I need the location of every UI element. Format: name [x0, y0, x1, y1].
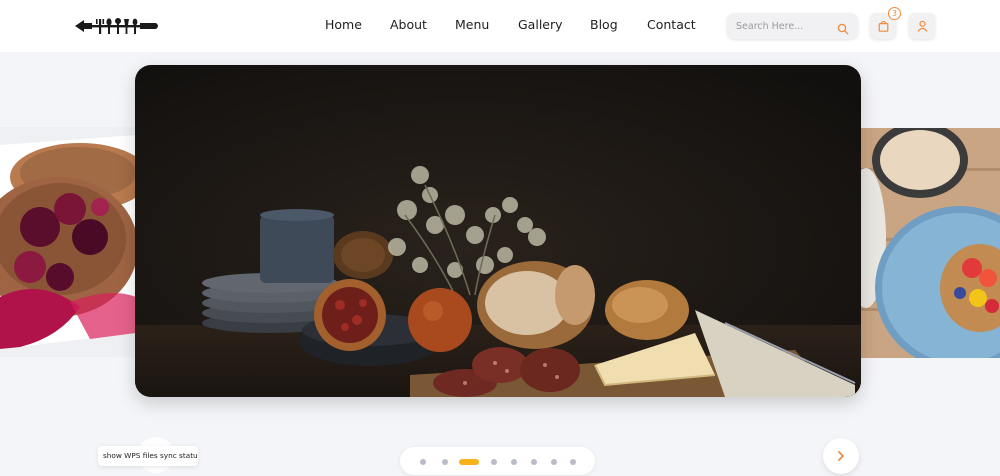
carousel-slide-next[interactable]: [860, 128, 1000, 358]
bread-still-life-image: [135, 65, 861, 397]
nav-link-home[interactable]: Home: [325, 17, 362, 32]
carousel-pagination: [400, 447, 595, 475]
carousel-slide-active[interactable]: [135, 65, 861, 397]
carousel-dot-active[interactable]: [459, 459, 479, 465]
berry-pancakes-image: [0, 127, 136, 357]
search-icon[interactable]: [837, 20, 849, 35]
user-icon: [917, 20, 927, 32]
utensils-logo-icon[interactable]: [74, 14, 160, 38]
search-input[interactable]: [736, 18, 834, 34]
carousel-dot-4[interactable]: [491, 459, 497, 465]
carousel-next-button[interactable]: [823, 438, 859, 474]
carousel-slide-previous[interactable]: [0, 127, 136, 357]
nav-link-about[interactable]: About: [390, 17, 427, 32]
carousel-dot-8[interactable]: [570, 459, 576, 465]
nav-link-blog[interactable]: Blog: [590, 17, 618, 32]
carousel-dot-5[interactable]: [511, 459, 517, 465]
cart-count-badge: 3: [888, 7, 901, 20]
wps-sync-status-tooltip: show WPS files sync status: [98, 446, 198, 466]
carousel-dot-6[interactable]: [531, 459, 537, 465]
nav-link-contact[interactable]: Contact: [647, 17, 696, 32]
user-account-button[interactable]: [909, 13, 935, 39]
nav-link-menu[interactable]: Menu: [455, 17, 489, 32]
nav-link-gallery[interactable]: Gallery: [518, 17, 563, 32]
carousel-dot-1[interactable]: [420, 459, 426, 465]
carousel-dot-2[interactable]: [442, 459, 448, 465]
shopping-bag-icon: [878, 20, 888, 32]
chevron-right-icon: [838, 451, 844, 461]
carousel-dot-7[interactable]: [551, 459, 557, 465]
site-header: Home About Menu Gallery Blog Contact 3: [0, 0, 1000, 52]
search-box: [727, 13, 858, 39]
strawberry-toast-image: [860, 128, 1000, 358]
